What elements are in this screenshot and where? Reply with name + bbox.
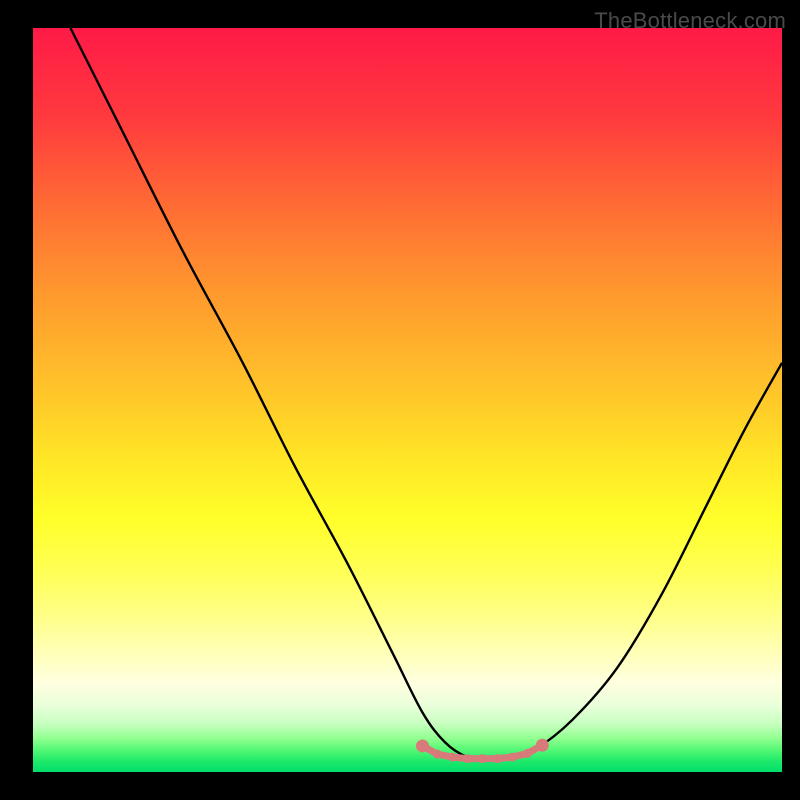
optimal-range-connector: [422, 745, 542, 758]
chart-container: TheBottleneck.com: [0, 0, 800, 800]
plot-area: [33, 28, 782, 772]
watermark-text: TheBottleneck.com: [594, 8, 786, 34]
bottleneck-curve-line: [70, 28, 782, 758]
curve-svg: [33, 28, 782, 772]
